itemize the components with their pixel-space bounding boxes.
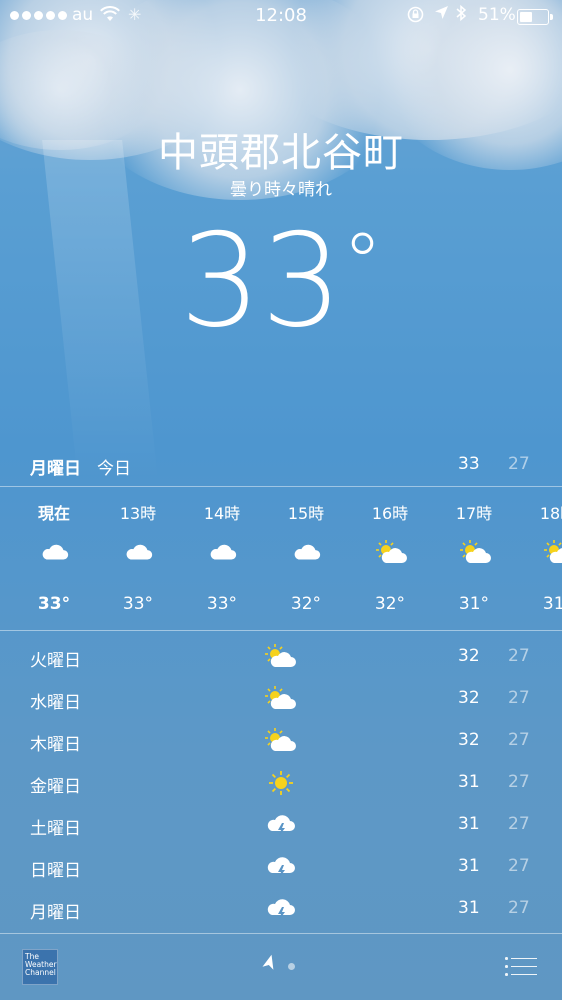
day-high: 31 — [458, 814, 480, 834]
current-temperature: 33° — [0, 205, 562, 359]
daily-row: 木曜日 32 27 — [0, 720, 562, 762]
hour-temperature: 33° — [206, 594, 238, 614]
day-low: 27 — [508, 772, 530, 792]
partly-sunny-icon — [264, 728, 298, 754]
daily-row: 火曜日 32 27 — [0, 636, 562, 678]
hour-temperature: 32° — [374, 594, 406, 614]
day-high: 31 — [458, 856, 480, 876]
day-name: 火曜日 — [30, 651, 81, 671]
thunderstorm-icon — [264, 896, 298, 922]
hour-label: 17時 — [455, 504, 493, 523]
degree-symbol: ° — [342, 216, 383, 309]
hour-temperature: 32° — [290, 594, 322, 614]
city-list-icon[interactable] — [505, 955, 537, 977]
partly-sunny-icon — [375, 540, 407, 564]
day-high: 32 — [458, 730, 480, 750]
battery-percent: 51% — [478, 5, 516, 25]
partly-sunny-icon — [459, 540, 491, 564]
hour-temperature: 33° — [37, 594, 71, 614]
hour-label: 現在 — [37, 504, 70, 523]
city-name: 中頭郡北谷町 — [158, 130, 404, 176]
hour-label: 16時 — [371, 504, 409, 523]
hour-label: 18時 — [539, 504, 562, 523]
location-arrow-icon — [434, 5, 449, 24]
weather-channel-logo[interactable]: The Weather Channel — [22, 949, 58, 985]
day-high: 32 — [458, 688, 480, 708]
page-indicator[interactable] — [262, 954, 295, 976]
today-row: 月曜日 今日 33 27 — [0, 450, 562, 480]
hour-label: 15時 — [287, 504, 325, 523]
cloud-icon — [207, 540, 239, 564]
hour-label: 13時 — [119, 504, 157, 523]
divider — [0, 486, 562, 487]
today-high: 33 — [458, 454, 480, 474]
day-name: 金曜日 — [30, 777, 81, 797]
daily-row: 月曜日 31 27 — [0, 888, 562, 930]
weather-condition: 曇り時々晴れ — [230, 180, 332, 200]
day-name: 日曜日 — [30, 861, 81, 881]
today-label: 今日 — [97, 459, 131, 479]
daily-row: 土曜日 31 27 — [0, 804, 562, 846]
day-name: 水曜日 — [30, 693, 81, 713]
partly-sunny-icon — [264, 644, 298, 670]
rotation-lock-icon — [407, 6, 424, 27]
footer-toolbar: The Weather Channel — [0, 934, 562, 1000]
hourly-forecast[interactable]: 現在 33° 13時 33° 14時 33° 15時 32° 16時 32° 17時 31° 18時 31… — [0, 488, 562, 630]
day-low: 27 — [508, 898, 530, 918]
day-high: 31 — [458, 772, 480, 792]
hour-temperature: 31° — [542, 594, 562, 614]
bluetooth-icon — [455, 4, 467, 26]
day-high: 32 — [458, 646, 480, 666]
day-name: 月曜日 — [30, 903, 81, 923]
temperature-value: 33 — [179, 207, 343, 356]
cloud-icon — [123, 540, 155, 564]
daily-row: 日曜日 31 27 — [0, 846, 562, 888]
current-location-icon — [258, 953, 282, 978]
battery-icon — [517, 9, 553, 25]
partly-sunny-icon — [543, 540, 562, 564]
thunderstorm-icon — [264, 812, 298, 838]
thunderstorm-icon — [264, 854, 298, 880]
day-low: 27 — [508, 730, 530, 750]
day-name: 土曜日 — [30, 819, 81, 839]
cloud-icon — [39, 540, 71, 564]
hour-temperature: 31° — [458, 594, 490, 614]
logo-line: Channel — [25, 968, 56, 977]
status-bar: au ✳ 12:08 51% — [0, 0, 562, 32]
day-high: 31 — [458, 898, 480, 918]
day-low: 27 — [508, 814, 530, 834]
daily-row: 水曜日 32 27 — [0, 678, 562, 720]
hour-label: 14時 — [203, 504, 241, 523]
cloud-icon — [291, 540, 323, 564]
day-low: 27 — [508, 856, 530, 876]
hour-temperature: 33° — [122, 594, 154, 614]
daily-row: 金曜日 31 27 — [0, 762, 562, 804]
page-dot — [288, 962, 295, 970]
today-low: 27 — [508, 454, 530, 474]
day-name: 木曜日 — [30, 735, 81, 755]
divider — [0, 630, 562, 631]
day-low: 27 — [508, 646, 530, 666]
today-day: 月曜日 — [30, 459, 81, 479]
day-low: 27 — [508, 688, 530, 708]
partly-sunny-icon — [264, 686, 298, 712]
sun-icon — [264, 770, 298, 796]
